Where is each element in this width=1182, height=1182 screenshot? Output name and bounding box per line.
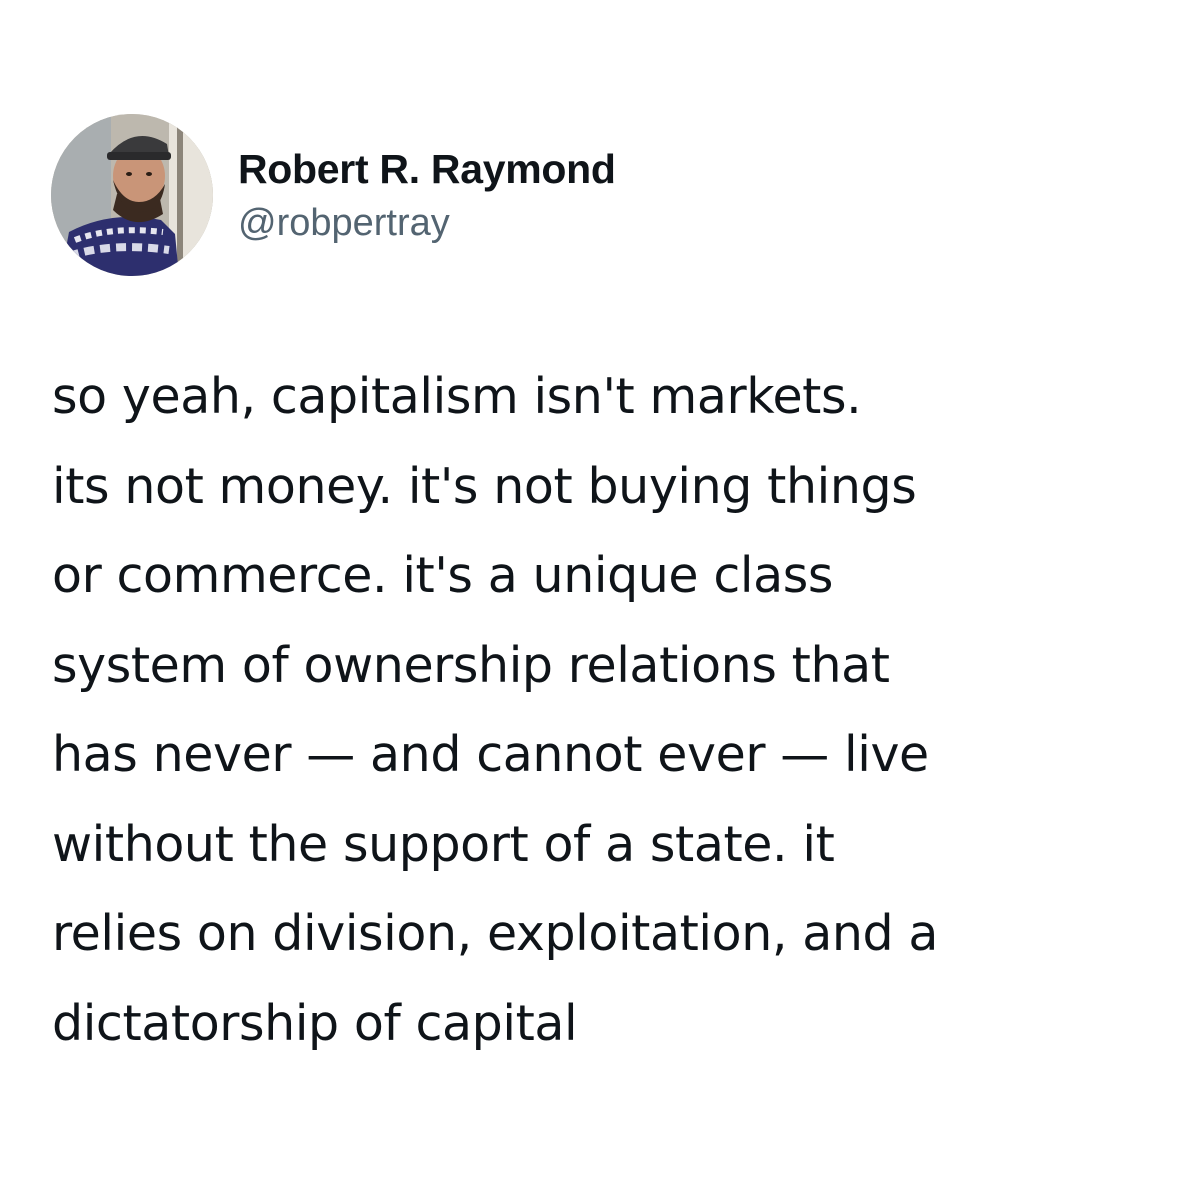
tweet-text: so yeah, capitalism isn't markets. its n… [52, 352, 1152, 1068]
user-handle[interactable]: @robpertray [238, 198, 616, 248]
tweet-text-line: relies on division, exploitation, and a [52, 905, 938, 962]
tweet-card: Robert R. Raymond @robpertray so yeah, c… [0, 0, 1182, 1182]
avatar[interactable] [51, 114, 213, 276]
tweet-text-line: so yeah, capitalism isn't markets. [52, 368, 862, 425]
profile-photo-icon [51, 114, 213, 276]
author-block: Robert R. Raymond @robpertray [238, 144, 616, 248]
tweet-text-line: its not money. it's not buying things [52, 457, 917, 515]
display-name[interactable]: Robert R. Raymond [238, 144, 616, 194]
tweet-text-line: dictatorship of capital [52, 994, 578, 1052]
tweet-text-line: or commerce. it's a unique class [52, 547, 833, 604]
tweet-text-line: has never — and cannot ever — live [52, 726, 929, 783]
tweet-text-line: without the support of a state. it [52, 815, 835, 873]
tweet-text-line: system of ownership relations that [52, 636, 890, 694]
